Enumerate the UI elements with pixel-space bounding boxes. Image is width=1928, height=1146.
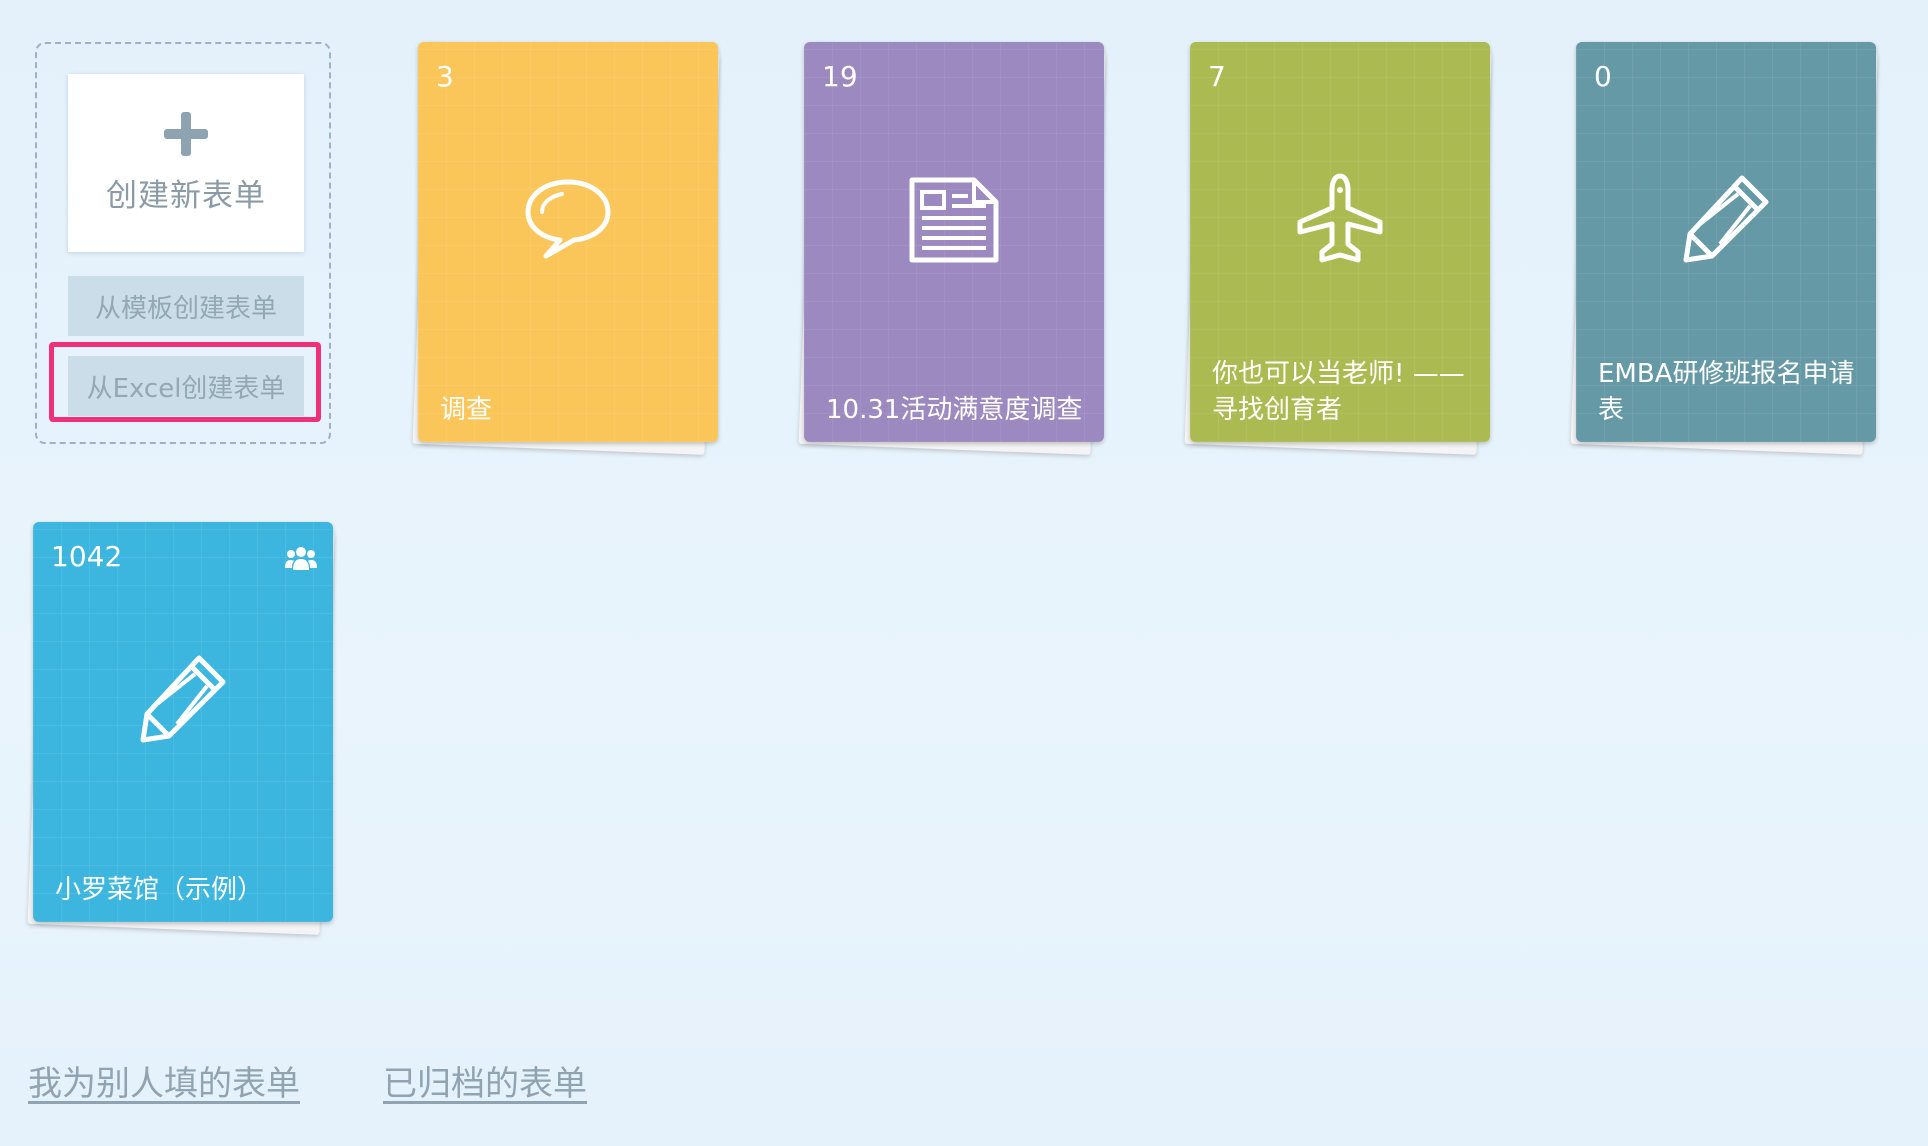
form-card[interactable]: 0 EMBA研修班报名申请表 [1576, 42, 1876, 442]
form-card-wrapper: 7 你也可以当老师! —— 寻找创育者 [1184, 42, 1492, 455]
speech-bubble-icon [525, 179, 611, 259]
form-title: 10.31活动满意度调查 [826, 395, 1083, 425]
form-card-wrapper: 1042 小罗菜馆（示例） [27, 522, 335, 935]
form-response-count: 0 [1594, 60, 1612, 93]
highlight-frame [49, 342, 321, 422]
form-card[interactable]: 19 10.31活动满意度调查 [804, 42, 1104, 442]
airplane-icon [1297, 173, 1383, 263]
form-card-wrapper: 3 调查 [412, 42, 720, 455]
form-card-wrapper: 0 EMBA研修班报名申请表 [1570, 42, 1878, 455]
form-card[interactable]: 1042 小罗菜馆（示例） [33, 522, 333, 922]
form-title: 调查 [440, 395, 493, 425]
pencil-icon [140, 655, 226, 743]
form-title: 你也可以当老师! —— 寻找创育者 [1212, 359, 1465, 425]
create-from-template-button[interactable]: 从模板创建表单 [68, 276, 304, 336]
pencil-icon [1683, 175, 1769, 263]
form-card[interactable]: 7 你也可以当老师! —— 寻找创育者 [1190, 42, 1490, 442]
form-response-count: 3 [436, 60, 454, 93]
form-title: EMBA研修班报名申请表 [1598, 359, 1855, 425]
form-response-count: 1042 [51, 540, 123, 573]
filled-for-others-link[interactable]: 我为别人填的表单 [28, 1056, 300, 1105]
form-title: 小罗菜馆（示例） [55, 875, 264, 905]
plus-icon [164, 111, 208, 156]
create-new-form-button[interactable]: 创建新表单 [68, 74, 304, 252]
create-new-form-label: 创建新表单 [106, 177, 266, 213]
form-response-count: 7 [1208, 60, 1226, 93]
form-card-wrapper: 19 10.31活动满意度调查 [798, 42, 1106, 455]
group-icon [285, 547, 317, 570]
archived-forms-link[interactable]: 已归档的表单 [383, 1056, 587, 1105]
newspaper-icon [909, 177, 999, 263]
form-response-count: 19 [822, 60, 858, 93]
create-form-panel: 创建新表单 从模板创建表单 从Excel创建表单 [35, 42, 331, 444]
form-card[interactable]: 3 调查 [418, 42, 718, 442]
